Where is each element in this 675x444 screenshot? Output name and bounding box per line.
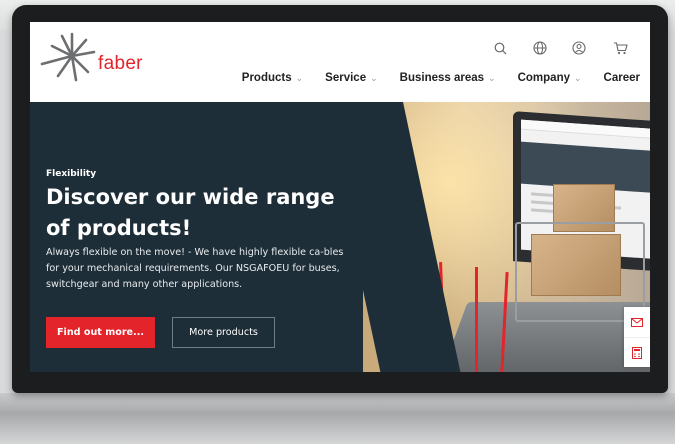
hero-body: Always flexible on the move! - We have h… <box>46 247 344 290</box>
search-icon[interactable] <box>492 40 508 56</box>
chevron-down-icon: ⌄ <box>370 72 378 83</box>
nav-products[interactable]: Products ⌄ <box>242 72 303 84</box>
hero-eyebrow: Flexibility <box>46 169 97 179</box>
chevron-down-icon: ⌄ <box>574 72 582 83</box>
hero-banner: Flexibility Discover our wide range of p… <box>30 102 650 372</box>
faber-starburst-icon <box>40 32 96 82</box>
chevron-down-icon: ⌄ <box>488 72 496 83</box>
more-products-button[interactable]: More products <box>172 317 275 348</box>
main-nav: Products ⌄ Service ⌄ Business areas ⌄ Compa… <box>220 72 640 84</box>
website-screen: faber Products ⌄ Service ⌄ Business areas ⌄… <box>30 22 650 372</box>
nav-company[interactable]: Company ⌄ <box>518 72 582 84</box>
hero-headline: Discover our wide range of products! <box>46 185 335 240</box>
mail-icon[interactable] <box>624 307 650 337</box>
nav-service[interactable]: Service ⌄ <box>325 72 377 84</box>
cart-icon[interactable] <box>612 40 628 56</box>
user-icon[interactable] <box>571 40 587 56</box>
calculator-icon[interactable] <box>624 337 650 367</box>
logo-text: faber <box>98 53 143 74</box>
faber-logo[interactable]: faber <box>38 30 148 86</box>
nav-business-areas[interactable]: Business areas ⌄ <box>400 72 496 84</box>
chevron-down-icon: ⌄ <box>295 72 304 83</box>
site-header: faber Products ⌄ Service ⌄ Business areas ⌄… <box>30 22 650 102</box>
globe-icon[interactable] <box>532 40 548 56</box>
nav-career[interactable]: Career <box>604 72 640 84</box>
decor-line <box>475 267 478 372</box>
monitor-stand <box>0 393 675 444</box>
find-out-more-button[interactable]: Find out more... <box>46 317 155 348</box>
side-tabs <box>624 307 650 367</box>
hero-image <box>363 102 650 372</box>
